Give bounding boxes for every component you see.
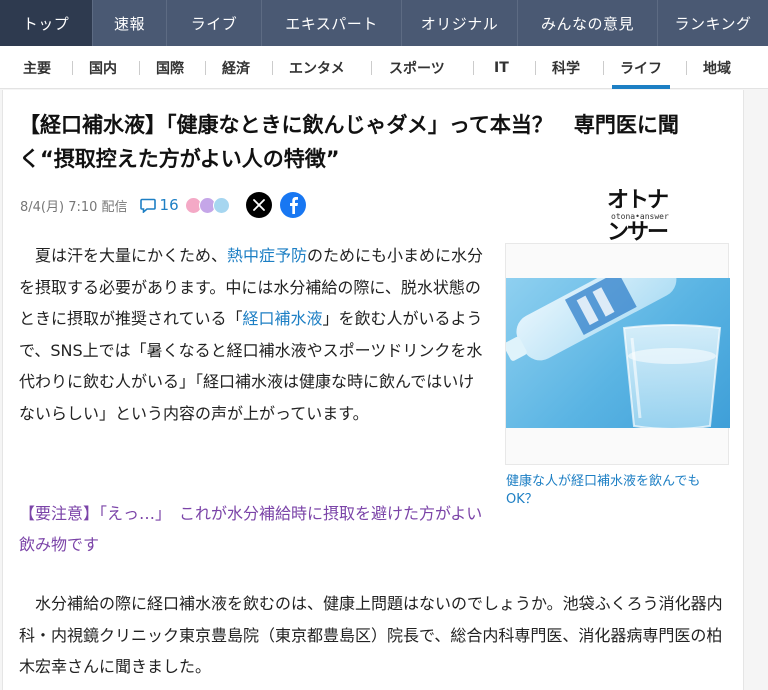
image-caption[interactable]: 健康な人が経口補水液を飲んでもOK？ xyxy=(506,473,728,509)
share-facebook-button[interactable] xyxy=(279,192,306,218)
publisher-logo-subtext: otona•answer xyxy=(611,212,669,221)
divider xyxy=(473,61,474,75)
reaction-face-icon xyxy=(212,196,230,214)
article-photo xyxy=(506,278,730,428)
category-domestic[interactable]: 国内 xyxy=(89,46,117,89)
article-body-paragraph-2: 水分補給の際に経口補水液を飲むのは、健康上問題はないのでしょうか。池袋ふくろう消… xyxy=(19,594,723,676)
article-image[interactable] xyxy=(505,243,730,465)
divider xyxy=(603,61,604,75)
tab-expert[interactable]: エキスパート xyxy=(262,0,402,46)
facebook-logo-icon xyxy=(289,197,298,214)
divider xyxy=(686,61,687,75)
tab-original[interactable]: オリジナル xyxy=(402,0,518,46)
category-sports[interactable]: スポーツ xyxy=(389,46,445,89)
divider xyxy=(371,61,372,75)
tab-live[interactable]: ライブ xyxy=(167,0,262,46)
publisher-logo[interactable]: オトナンサー otona•answer xyxy=(601,182,681,245)
publish-date: 8/4(月) 7:10 配信 xyxy=(20,199,128,215)
x-logo-icon xyxy=(252,199,265,211)
category-international[interactable]: 国際 xyxy=(156,46,184,89)
reaction-faces[interactable] xyxy=(184,196,230,214)
divider xyxy=(535,61,536,75)
tab-breaking[interactable]: 速報 xyxy=(93,0,167,46)
divider xyxy=(272,61,273,75)
divider xyxy=(139,61,140,75)
divider xyxy=(205,61,206,75)
speech-bubble-icon xyxy=(139,198,156,213)
article-container: 【経口補水液】「健康なときに飲んじゃダメ」って本当？ 専門医に聞く“摂取控えた方… xyxy=(2,90,744,690)
related-article-link[interactable]: 【要注意】「えっ…」 これが水分補給時に摂取を避けた方がよい飲み物です xyxy=(19,498,489,560)
divider xyxy=(72,61,73,75)
comment-count: 16 xyxy=(159,196,179,214)
tab-ranking[interactable]: ランキング xyxy=(658,0,768,46)
category-entertainment[interactable]: エンタメ xyxy=(289,46,345,89)
category-science[interactable]: 科学 xyxy=(552,46,580,89)
tab-opinions[interactable]: みんなの意見 xyxy=(518,0,658,46)
article-title: 【経口補水液】「健康なときに飲んじゃダメ」って本当？ 専門医に聞く“摂取控えた方… xyxy=(19,113,679,171)
link-oral-rehydration-solution[interactable]: 経口補水液 xyxy=(243,309,323,328)
category-navigation: 主要 国内 国際 経済 エンタメ スポーツ IT 科学 ライフ 地域 xyxy=(0,46,768,89)
article-meta: 8/4(月) 7:10 配信 16 xyxy=(20,191,306,219)
category-main[interactable]: 主要 xyxy=(23,46,51,89)
water-glass-illustration xyxy=(506,278,722,428)
category-life[interactable]: ライフ xyxy=(612,46,670,89)
tab-top[interactable]: トップ xyxy=(0,0,93,46)
article-body-paragraph: 夏は汗を大量にかくため、熱中症予防のためにも小まめに水分を摂取する必要があります… xyxy=(19,240,489,429)
category-economy[interactable]: 経済 xyxy=(222,46,250,89)
link-heatstroke-prevention[interactable]: 熱中症予防 xyxy=(227,246,307,265)
share-x-button[interactable] xyxy=(245,192,272,218)
body-text: 夏は汗を大量にかくため、 xyxy=(35,246,228,265)
category-regional[interactable]: 地域 xyxy=(703,46,731,89)
category-it[interactable]: IT xyxy=(494,46,509,89)
comment-link[interactable]: 16 xyxy=(139,196,179,214)
top-navigation: トップ 速報 ライブ エキスパート オリジナル みんなの意見 ランキング xyxy=(0,0,768,46)
